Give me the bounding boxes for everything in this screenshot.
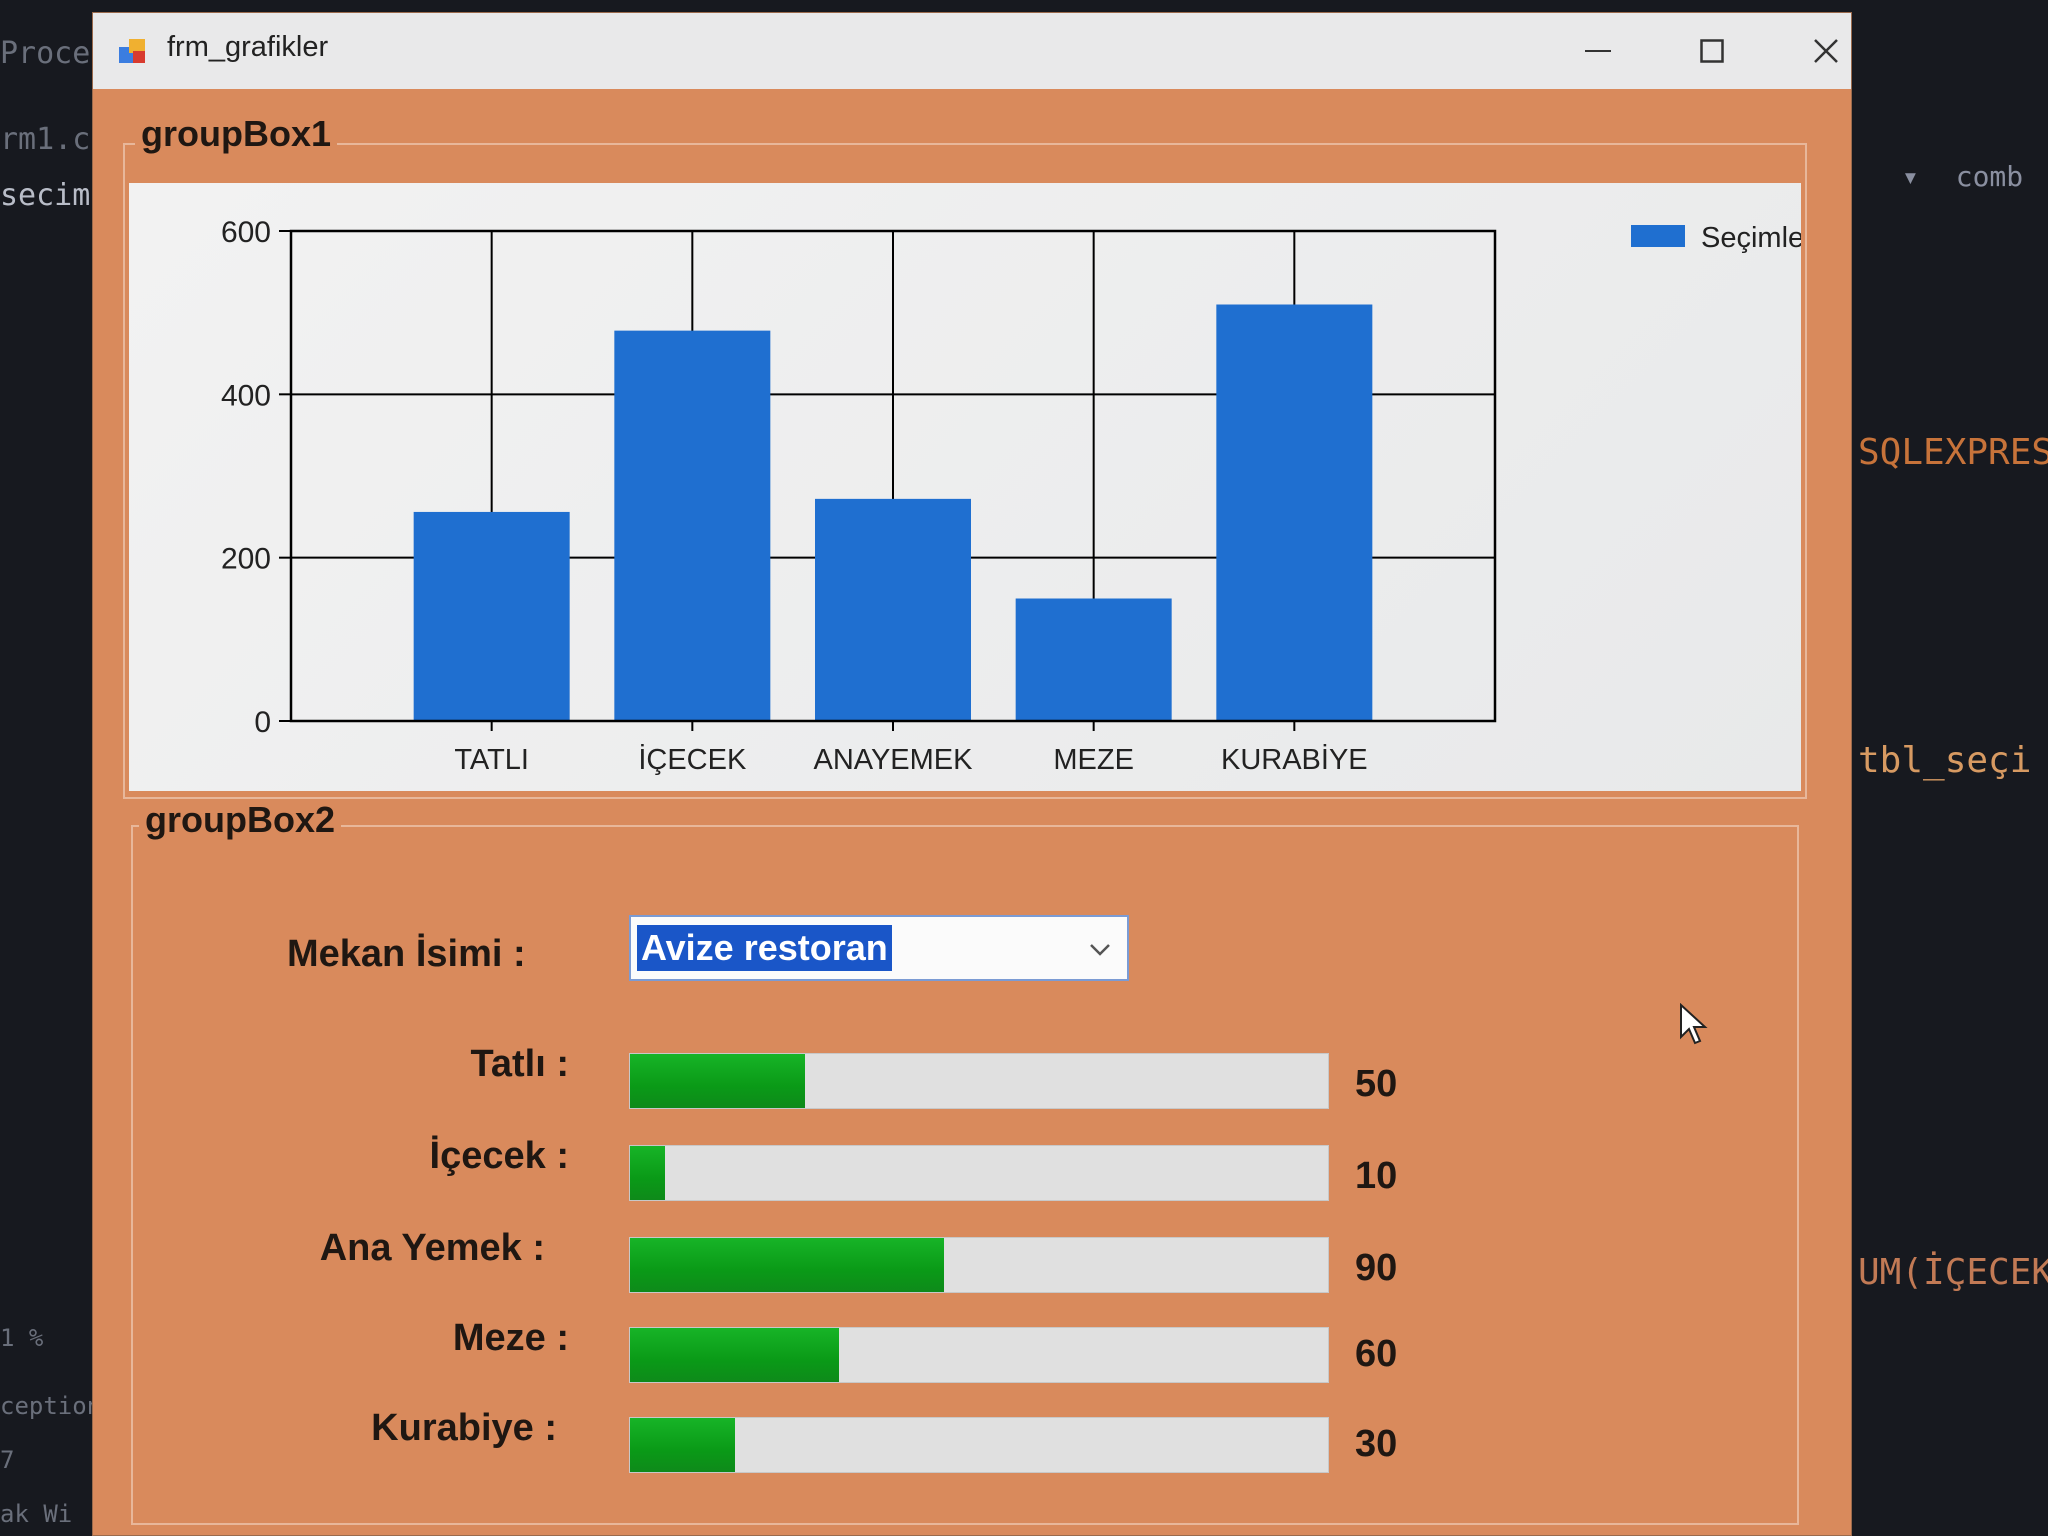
chevron-down-icon[interactable]	[1081, 929, 1119, 969]
meze-value: 60	[1355, 1333, 1398, 1375]
minimize-icon	[1585, 50, 1611, 52]
bar-chart: 0 200 400 600 TATLI İÇECEK ANAYEMEK MEZE KURABİY…	[221, 216, 1801, 776]
ide-code-text: UM(İÇECEK	[1858, 1252, 2048, 1293]
tatli-progress-fill	[630, 1054, 805, 1108]
icecek-progress-fill	[630, 1146, 665, 1200]
x-tick-label: MEZE	[1053, 744, 1134, 776]
kurabiye-label: Kurabiye :	[371, 1407, 557, 1449]
chart-bar	[1216, 304, 1373, 721]
x-tick-label: İÇECEK	[638, 743, 747, 776]
meze-progress-bar	[629, 1327, 1329, 1383]
legend-label: Seçimler	[1701, 222, 1801, 254]
ana-yemek-progress-fill	[630, 1238, 945, 1292]
mekan-combobox[interactable]: Avize restoran	[629, 915, 1129, 981]
ana-yemek-label: Ana Yemek :	[319, 1227, 545, 1269]
y-tick-label: 400	[221, 379, 271, 412]
ide-left-item: ak Wi	[0, 1500, 73, 1528]
ide-left-item: ception	[0, 1392, 102, 1420]
icecek-value: 10	[1355, 1155, 1398, 1197]
ide-left-item: 7	[0, 1446, 15, 1474]
y-tick-label: 0	[254, 706, 271, 739]
tatli-value: 50	[1355, 1063, 1398, 1105]
chart-area: 0 200 400 600 TATLI İÇECEK ANAYEMEK MEZE KURABİY…	[129, 183, 1801, 791]
mouse-cursor-icon	[1680, 1003, 1708, 1045]
chart-bar	[413, 511, 570, 721]
form-window: frm_grafikler 0 200 400 600 TATLI İÇECEK ANAYE…	[92, 12, 1852, 1536]
ide-code-text: SQLEXPRES	[1858, 432, 2048, 473]
window-title: frm_grafikler	[167, 31, 329, 63]
maximize-icon	[1700, 39, 1724, 63]
x-tick-label: KURABİYE	[1221, 743, 1368, 776]
kurabiye-progress-bar	[629, 1417, 1329, 1473]
close-button[interactable]	[1771, 13, 1851, 89]
mekan-combobox-value: Avize restoran	[637, 925, 892, 971]
close-icon	[1814, 39, 1838, 63]
legend-swatch	[1631, 225, 1685, 247]
groupbox2-title: groupBox2	[139, 799, 342, 841]
ide-dropdown-icon: ▾	[1902, 160, 1919, 193]
mekan-label: Mekan İsimi :	[287, 933, 526, 975]
ana-yemek-value: 90	[1355, 1247, 1398, 1289]
tatli-progress-bar	[629, 1053, 1329, 1109]
x-tick-label: TATLI	[454, 744, 529, 776]
ide-right-strip: ▾ comb	[1858, 160, 2048, 200]
kurabiye-value: 30	[1355, 1423, 1398, 1465]
ide-right-strip-text: comb	[1955, 160, 2024, 193]
y-tick-label: 600	[221, 216, 271, 249]
y-tick-label: 200	[221, 543, 271, 576]
ide-code-text: tbl_seçi	[1858, 740, 2032, 781]
chart-bar	[1015, 598, 1172, 721]
icecek-progress-bar	[629, 1145, 1329, 1201]
x-tick-label: ANAYEMEK	[813, 744, 973, 776]
ana-yemek-progress-bar	[629, 1237, 1329, 1293]
title-bar[interactable]: frm_grafikler	[93, 13, 1851, 89]
tatli-label: Tatlı :	[470, 1043, 569, 1085]
app-icon	[119, 39, 145, 63]
ide-left-item: 1 %	[0, 1324, 44, 1352]
meze-label: Meze :	[452, 1317, 569, 1359]
meze-progress-fill	[630, 1328, 840, 1382]
ide-left-item: secim	[0, 178, 91, 213]
kurabiye-progress-fill	[630, 1418, 735, 1472]
chart-bar	[815, 498, 971, 721]
icecek-label: İçecek :	[429, 1135, 569, 1177]
maximize-button[interactable]	[1657, 13, 1767, 89]
groupbox1-title: groupBox1	[135, 113, 338, 155]
minimize-button[interactable]	[1543, 13, 1653, 89]
chart-bar	[614, 330, 771, 721]
